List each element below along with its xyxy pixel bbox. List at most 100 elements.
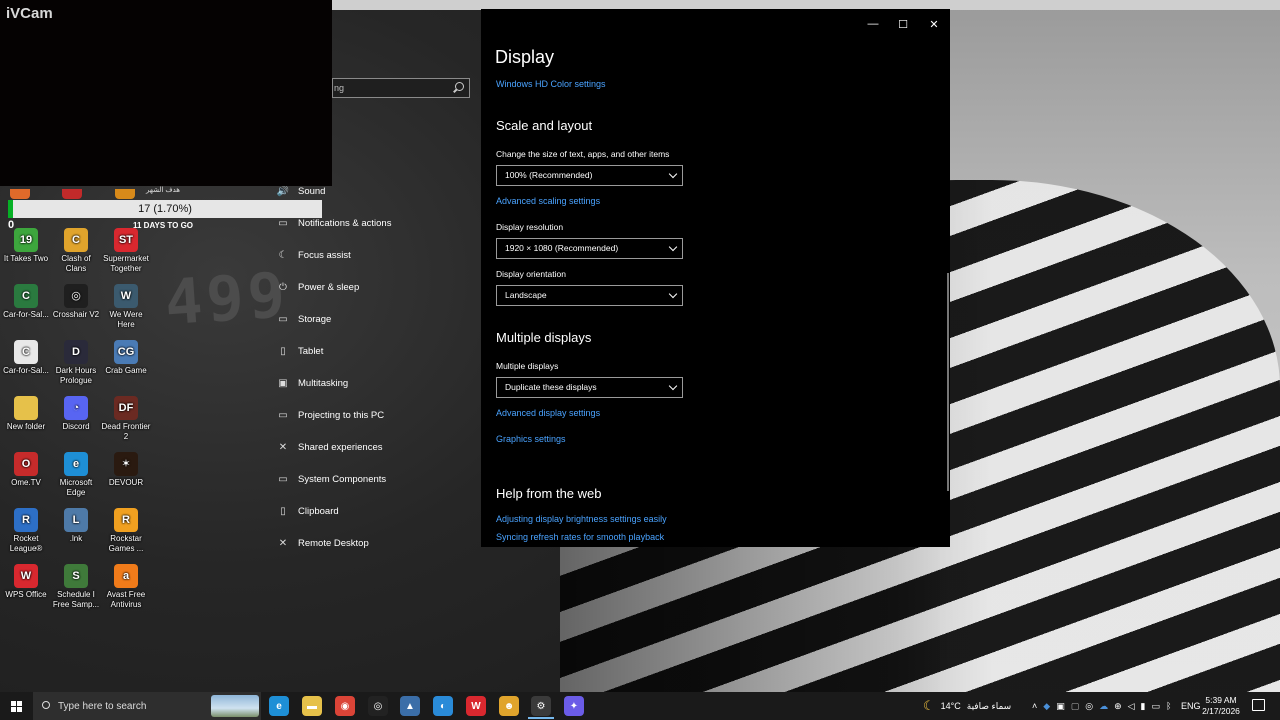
resolution-label: Display resolution — [496, 222, 564, 232]
desktop-icon[interactable]: W We Were Here — [100, 284, 152, 330]
nav-item[interactable]: ✕ Shared experiences — [277, 437, 383, 457]
maximize-button[interactable]: ☐ — [888, 13, 918, 35]
close-button[interactable]: ✕ — [919, 13, 949, 35]
volume-icon[interactable]: ◁ — [1128, 701, 1135, 712]
help-link-refresh[interactable]: Syncing refresh rates for smooth playbac… — [496, 532, 664, 542]
ivcam-window[interactable]: iVCam — [0, 0, 332, 186]
desktop-icon-label: It Takes Two — [3, 254, 49, 263]
wps-icon[interactable]: W — [466, 696, 486, 716]
chevron-up-icon[interactable]: ˄ — [1032, 701, 1037, 711]
nav-item[interactable]: ⏻ Power & sleep — [277, 277, 359, 297]
settings-display-window: — ☐ ✕ Display Windows HD Color settings … — [481, 9, 950, 547]
ivcam-icon[interactable]: ◐ — [433, 696, 453, 716]
moon-icon: ☾ — [923, 698, 935, 713]
tray-app-icon[interactable]: ▣ — [1056, 701, 1065, 712]
tray-app-icon[interactable]: ◎ — [1085, 701, 1093, 712]
desktop-icon[interactable]: S Schedule I Free Samp... — [50, 564, 102, 610]
nav-item[interactable]: ✕ Remote Desktop — [277, 533, 369, 553]
partial-icon[interactable] — [114, 189, 135, 199]
crosshair-icon[interactable]: ◎ — [368, 696, 388, 716]
orientation-dropdown[interactable]: Landscape — [496, 285, 683, 306]
edge-icon[interactable]: e — [269, 696, 289, 716]
settings-icon[interactable]: ⚙ — [531, 696, 551, 716]
desktop-icon[interactable]: O Ome.TV — [0, 452, 52, 488]
desktop-icon-label: Microsoft Edge — [59, 478, 93, 497]
microphone-icon[interactable]: ▮ — [1141, 701, 1146, 712]
file-explorer-icon[interactable]: ▬ — [302, 696, 322, 716]
network-icon[interactable]: ▭ — [1152, 701, 1161, 712]
partial-icon[interactable] — [10, 189, 30, 199]
tray-app-icon[interactable]: ◆ — [1043, 701, 1050, 712]
clipboard-icon: ▯ — [280, 505, 286, 517]
ivcam-title: iVCam — [6, 5, 53, 22]
desktop-icon[interactable]: C Clash of Clans — [50, 228, 102, 274]
settings-search-input[interactable]: ng — [332, 78, 470, 98]
desktop-icon[interactable]: ◎ Crosshair V2 — [50, 284, 102, 320]
desktop-icon[interactable]: ✶ DEVOUR — [100, 452, 152, 488]
search-icon[interactable] — [455, 82, 464, 91]
weather-temp: 14°C — [940, 701, 961, 711]
desktop-icon[interactable]: L .lnk — [50, 508, 102, 544]
help-link-brightness[interactable]: Adjusting display brightness settings ea… — [496, 514, 667, 524]
multiple-displays-dropdown[interactable]: Duplicate these displays — [496, 377, 683, 398]
taskbar-search-box[interactable]: Type here to search — [33, 692, 261, 720]
desktop-icon-label: Car-for-Sal... — [3, 310, 49, 319]
nav-item[interactable]: ▯ Clipboard — [277, 501, 338, 521]
nav-item[interactable]: ☾ Focus assist — [277, 245, 351, 265]
nav-item[interactable]: ▣ Multitasking — [277, 373, 348, 393]
desktop-app-icon: CG — [114, 340, 138, 364]
desktop-app-icon: W — [14, 564, 38, 588]
speaker-icon: 🔊 — [276, 185, 290, 197]
tray-app-icon[interactable]: ▢ — [1071, 701, 1080, 712]
scale-label: Change the size of text, apps, and other… — [496, 149, 670, 159]
desktop-app-icon: C — [14, 340, 38, 364]
graphics-settings-link[interactable]: Graphics settings — [496, 434, 566, 444]
search-icon — [42, 701, 50, 709]
active-app-indicator — [528, 717, 554, 719]
nav-item[interactable]: ▭ Notifications & actions — [277, 213, 391, 233]
partial-icon[interactable] — [62, 189, 83, 199]
scale-dropdown[interactable]: 100% (Recommended) — [496, 165, 683, 186]
desktop-icon-label: Crab Game — [105, 366, 147, 375]
desktop-icon-label: Rocket League® — [9, 534, 43, 553]
desktop-icon[interactable]: CG Crab Game — [100, 340, 152, 376]
desktop-icon[interactable]: 19 It Takes Two — [0, 228, 52, 264]
photos-icon[interactable]: ▲ — [400, 696, 420, 716]
windows-logo-icon — [10, 700, 22, 712]
desktop-icon[interactable]: C Car-for-Sal... — [0, 284, 52, 320]
nav-item[interactable]: ▭ System Components — [277, 469, 386, 489]
desktop-icon[interactable]: ST Supermarket Together — [100, 228, 152, 274]
desktop-icon-label: We Were Here — [109, 310, 143, 329]
clock[interactable]: 5:39 AM 2/17/2026 — [1196, 695, 1246, 717]
desktop-icon[interactable]: ◔ Discord — [50, 396, 102, 432]
nav-item[interactable]: ▭ Storage — [277, 309, 331, 329]
scrollbar-thumb[interactable] — [947, 273, 949, 491]
minimize-button[interactable]: — — [858, 13, 888, 35]
weather-widget[interactable]: ☾ 14°C سماء صافية — [923, 692, 1011, 720]
bluetooth-icon[interactable]: ᛒ — [1166, 701, 1171, 711]
resolution-dropdown[interactable]: 1920 × 1080 (Recommended) — [496, 238, 683, 259]
desktop-icon[interactable]: DF Dead Frontier 2 — [100, 396, 152, 442]
advanced-scaling-link[interactable]: Advanced scaling settings — [496, 196, 600, 206]
desktop-icon[interactable]: R Rockstar Games ... — [100, 508, 152, 554]
tray-app-icon[interactable]: ☁ — [1099, 701, 1108, 712]
start-button[interactable] — [0, 692, 32, 720]
desktop-icon[interactable]: D Dark Hours Prologue — [50, 340, 102, 386]
desktop-icon[interactable]: e Microsoft Edge — [50, 452, 102, 498]
chrome-icon[interactable]: ◉ — [335, 696, 355, 716]
desktop-icon[interactable]: a Avast Free Antivirus — [100, 564, 152, 610]
copilot-icon[interactable]: ✦ — [564, 696, 584, 716]
nav-item[interactable]: ▭ Projecting to this PC — [277, 405, 384, 425]
desktop-icon[interactable]: New folder — [0, 396, 52, 432]
nav-item[interactable]: ▯ Tablet — [277, 341, 323, 361]
shared-icon: ✕ — [278, 441, 288, 453]
desktop-icon[interactable]: R Rocket League® — [0, 508, 52, 554]
notification-center-icon[interactable] — [1252, 699, 1265, 711]
game-icon[interactable]: ☻ — [499, 696, 519, 716]
hd-color-settings-link[interactable]: Windows HD Color settings — [496, 79, 606, 89]
desktop-icon[interactable]: W WPS Office — [0, 564, 52, 600]
advanced-display-link[interactable]: Advanced display settings — [496, 408, 600, 418]
nav-item-label: Shared experiences — [298, 441, 383, 453]
desktop-icon[interactable]: C Car-for-Sal... — [0, 340, 52, 376]
tray-app-icon[interactable]: ⊕ — [1114, 701, 1122, 712]
